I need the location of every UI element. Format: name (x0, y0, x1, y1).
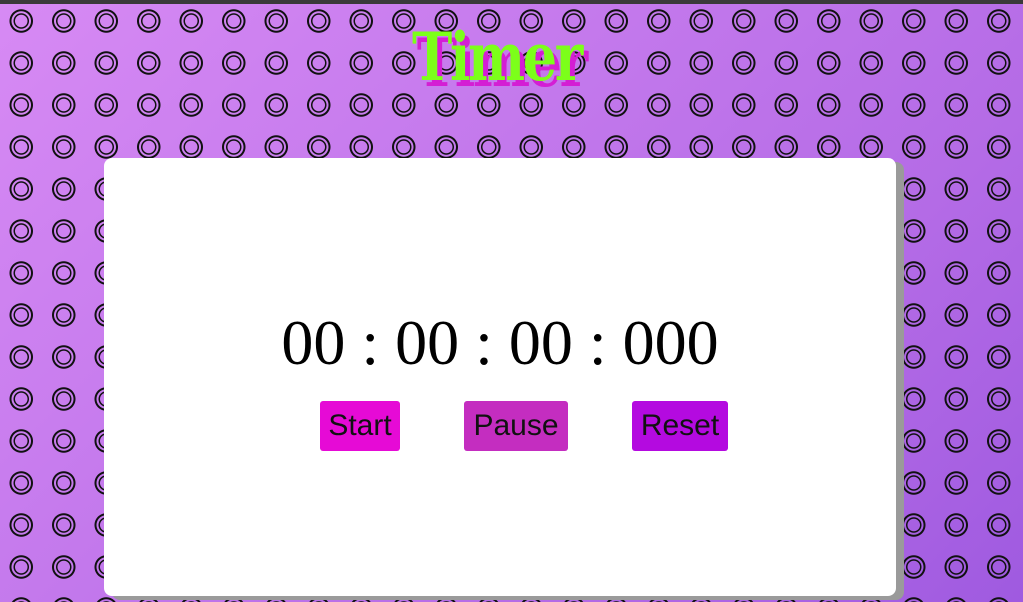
reset-button[interactable]: Reset (632, 401, 728, 451)
start-button[interactable]: Start (320, 401, 400, 451)
pause-button[interactable]: Pause (464, 401, 568, 451)
timer-card: 00 : 00 : 00 : 000 Start Pause Reset (104, 158, 896, 596)
timer-display: 00 : 00 : 00 : 000 (281, 307, 719, 378)
window-top-edge (0, 0, 1023, 4)
page-title: Timer (412, 18, 583, 96)
